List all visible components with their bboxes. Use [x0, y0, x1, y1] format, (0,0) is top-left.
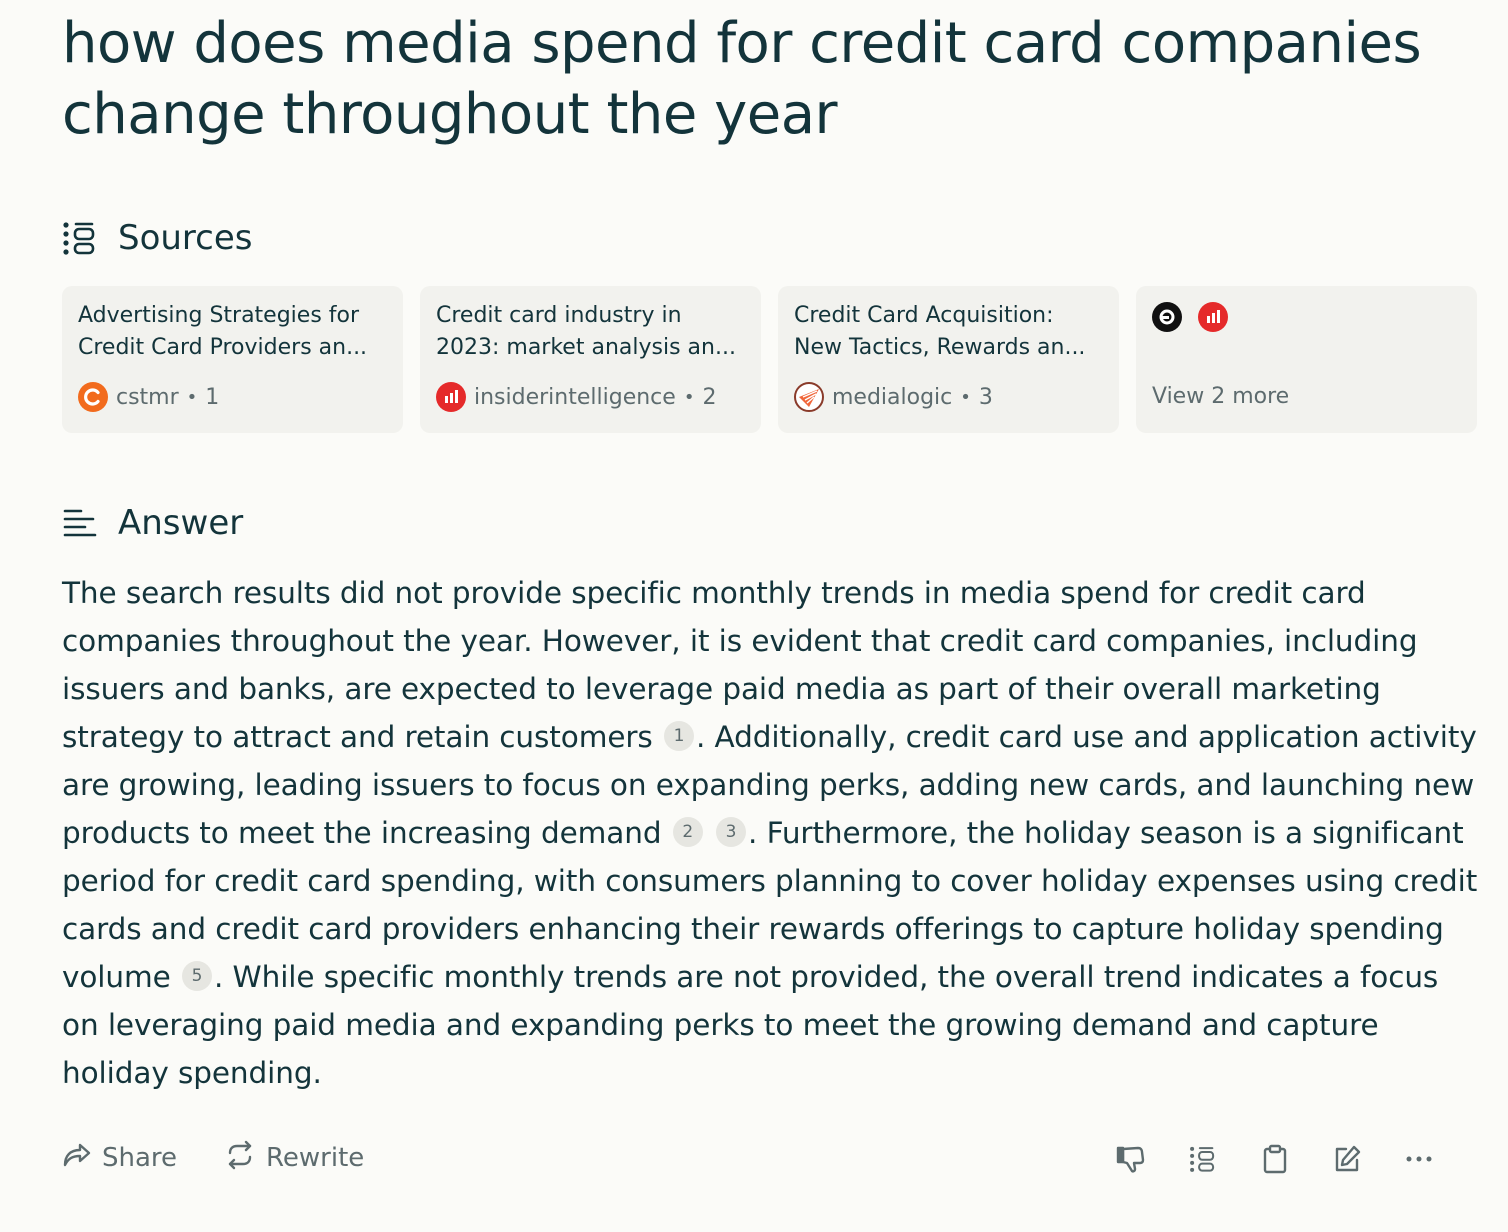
view-more-sources-card[interactable]: View 2 more	[1136, 286, 1477, 433]
source-index: 1	[205, 384, 220, 410]
source-title: Credit card industry in 2023: market ana…	[436, 303, 736, 360]
source-title: Credit Card Acquisition: New Tactics, Re…	[794, 303, 1086, 360]
separator-dot: •	[683, 386, 695, 408]
sources-list: Advertising Strategies for Credit Card P…	[62, 286, 1477, 433]
answer-header: Answer	[62, 503, 243, 543]
share-label: Share	[102, 1143, 178, 1173]
rewrite-button[interactable]: Rewrite	[224, 1136, 364, 1180]
source-site: medialogic	[832, 384, 953, 410]
source-meta: medialogic • 3	[794, 382, 993, 412]
source-index: 3	[978, 384, 993, 410]
source-card-insiderintelligence[interactable]: Credit card industry in 2023: market ana…	[420, 286, 761, 433]
sources-header: Sources	[62, 218, 253, 258]
source-logo-icon	[1152, 302, 1182, 332]
share-icon	[62, 1141, 92, 1176]
source-site: insiderintelligence	[474, 384, 676, 410]
answer-text: The search results did not provide speci…	[62, 569, 1482, 1097]
more-options-icon[interactable]	[1402, 1142, 1436, 1176]
query-title: how does media spend for credit card com…	[62, 11, 1422, 147]
source-title: Advertising Strategies for Credit Card P…	[78, 303, 368, 360]
citation-badge[interactable]: 3	[716, 817, 747, 847]
source-card-medialogic[interactable]: Credit Card Acquisition: New Tactics, Re…	[778, 286, 1119, 433]
view-more-label: View 2 more	[1152, 384, 1290, 409]
separator-dot: •	[186, 386, 198, 408]
citation-badge[interactable]: 5	[181, 961, 212, 991]
edit-icon[interactable]	[1330, 1142, 1364, 1176]
source-card-cstmr[interactable]: Advertising Strategies for Credit Card P…	[62, 286, 403, 433]
cstmr-logo-icon	[78, 382, 108, 412]
source-site: cstmr	[116, 384, 179, 410]
clipboard-icon[interactable]	[1258, 1142, 1292, 1176]
insiderintelligence-logo-icon	[436, 382, 466, 412]
sources-list-icon[interactable]	[1186, 1142, 1220, 1176]
insiderintelligence-logo-icon	[1198, 302, 1228, 332]
source-meta: cstmr • 1	[78, 382, 219, 412]
more-sources-icons	[1152, 302, 1461, 332]
sources-icon	[62, 221, 98, 255]
separator-dot: •	[960, 386, 971, 408]
answer-actions: Share Rewrite	[62, 1136, 1456, 1180]
thumbs-down-icon[interactable]	[1114, 1142, 1148, 1176]
answer-label: Answer	[118, 503, 244, 543]
sources-label: Sources	[118, 218, 253, 258]
answer-paragraph-part: . While specific monthly trends are not …	[62, 960, 1439, 1090]
answer-icon	[62, 506, 98, 540]
source-index: 2	[702, 384, 717, 410]
citation-badge[interactable]: 1	[663, 721, 694, 751]
medialogic-logo-icon	[794, 382, 824, 412]
share-button[interactable]: Share	[62, 1136, 177, 1180]
citation-badge[interactable]: 2	[672, 817, 703, 847]
rewrite-label: Rewrite	[266, 1143, 365, 1173]
rewrite-icon	[224, 1140, 256, 1177]
source-meta: insiderintelligence • 2	[436, 382, 716, 412]
